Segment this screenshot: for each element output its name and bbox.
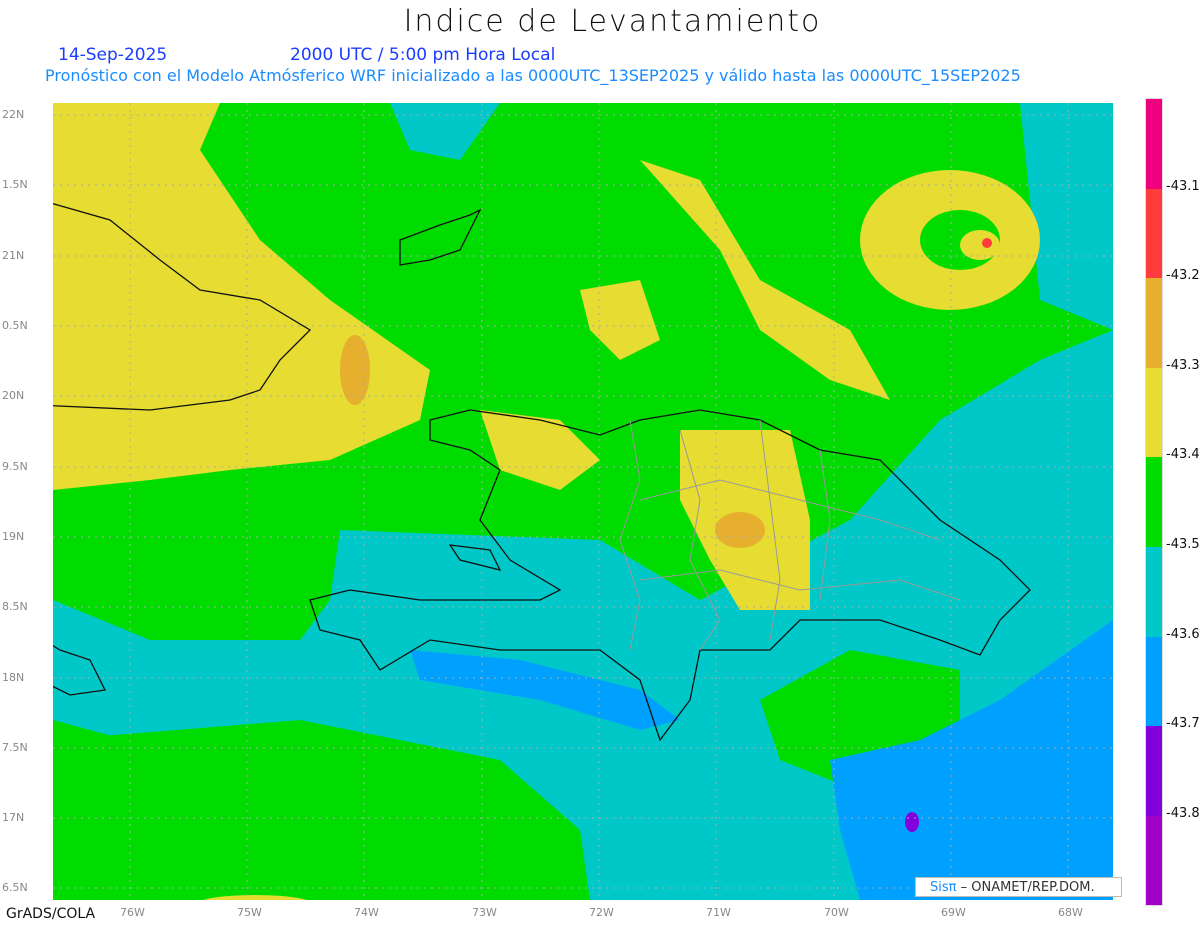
lifted-index-field xyxy=(53,103,1113,900)
field-red-storm-eye xyxy=(982,238,992,248)
y-axis-label: 22N xyxy=(2,108,25,121)
colorbar-label: -43.7 xyxy=(1166,716,1200,732)
y-axis-label: 7.5N xyxy=(2,741,28,754)
x-axis-label: 73W xyxy=(472,906,497,919)
y-axis-label: 6.5N xyxy=(2,881,28,894)
x-axis-label: 72W xyxy=(589,906,614,919)
x-axis-label: 69W xyxy=(941,906,966,919)
x-axis-label: 70W xyxy=(824,906,849,919)
colorbar-label: -43.5 xyxy=(1166,537,1200,552)
colorbar-label: -43.2 xyxy=(1166,268,1200,284)
field-orange-dr xyxy=(715,512,765,548)
field-yellow-storm-core xyxy=(960,230,1000,260)
y-axis-label: 8.5N xyxy=(2,600,28,613)
field-orange-cuba xyxy=(340,335,370,405)
colorbar-swatch xyxy=(1146,726,1162,816)
colorbar-label: -43.8 xyxy=(1166,805,1200,821)
colorbar-swatch xyxy=(1146,815,1162,906)
colorbar-label: -43.3 xyxy=(1166,357,1200,373)
colorbar-swatch xyxy=(1146,546,1162,637)
x-axis-label: 76W xyxy=(120,906,145,919)
lifted-index-map-page: Indice de Levantamiento 14-Sep-2025 2000… xyxy=(0,0,1200,927)
colorbar-swatch xyxy=(1146,188,1162,279)
colorbar-swatch xyxy=(1146,636,1162,727)
colorbar-swatch xyxy=(1146,99,1162,189)
onamet-label: – ONAMET/REP.DOM. xyxy=(956,880,1095,895)
y-axis-label: 19N xyxy=(2,530,25,543)
y-axis-label: 1.5N xyxy=(2,178,28,191)
y-axis-label: 20N xyxy=(2,389,25,402)
x-axis-label: 74W xyxy=(354,906,379,919)
y-axis-label: 21N xyxy=(2,249,25,262)
colorbar-label: -43.4 xyxy=(1166,447,1200,463)
colorbar-swatch xyxy=(1146,457,1162,547)
model-subtitle: Pronóstico con el Modelo Atmósferico WRF… xyxy=(45,66,1021,85)
field-purple-spot xyxy=(905,812,919,832)
x-axis-label: 75W xyxy=(237,906,262,919)
colorbar-label: -43.1 xyxy=(1166,178,1200,194)
onamet-logo: Sisπ – ONAMET/REP.DOM. xyxy=(915,877,1122,897)
y-axis-label: 0.5N xyxy=(2,319,28,332)
colorbar-swatch xyxy=(1146,278,1162,368)
y-axis-label: 18N xyxy=(2,671,25,684)
y-axis-label: 9.5N xyxy=(2,460,28,473)
forecast-time: 2000 UTC / 5:00 pm Hora Local xyxy=(290,45,556,65)
y-axis-label: 17N xyxy=(2,811,25,824)
colorbar-label: -43.6 xyxy=(1166,626,1200,642)
grads-credit: GrADS/COLA xyxy=(6,906,96,922)
x-axis-label: 71W xyxy=(706,906,731,919)
colorbar-swatch xyxy=(1146,367,1162,458)
forecast-date: 14-Sep-2025 xyxy=(58,45,168,65)
x-axis-label: 68W xyxy=(1058,906,1083,919)
sispi-brand: Sisπ xyxy=(930,880,957,895)
colorbar xyxy=(1145,98,1163,907)
map-title: Indice de Levantamiento xyxy=(403,4,822,39)
